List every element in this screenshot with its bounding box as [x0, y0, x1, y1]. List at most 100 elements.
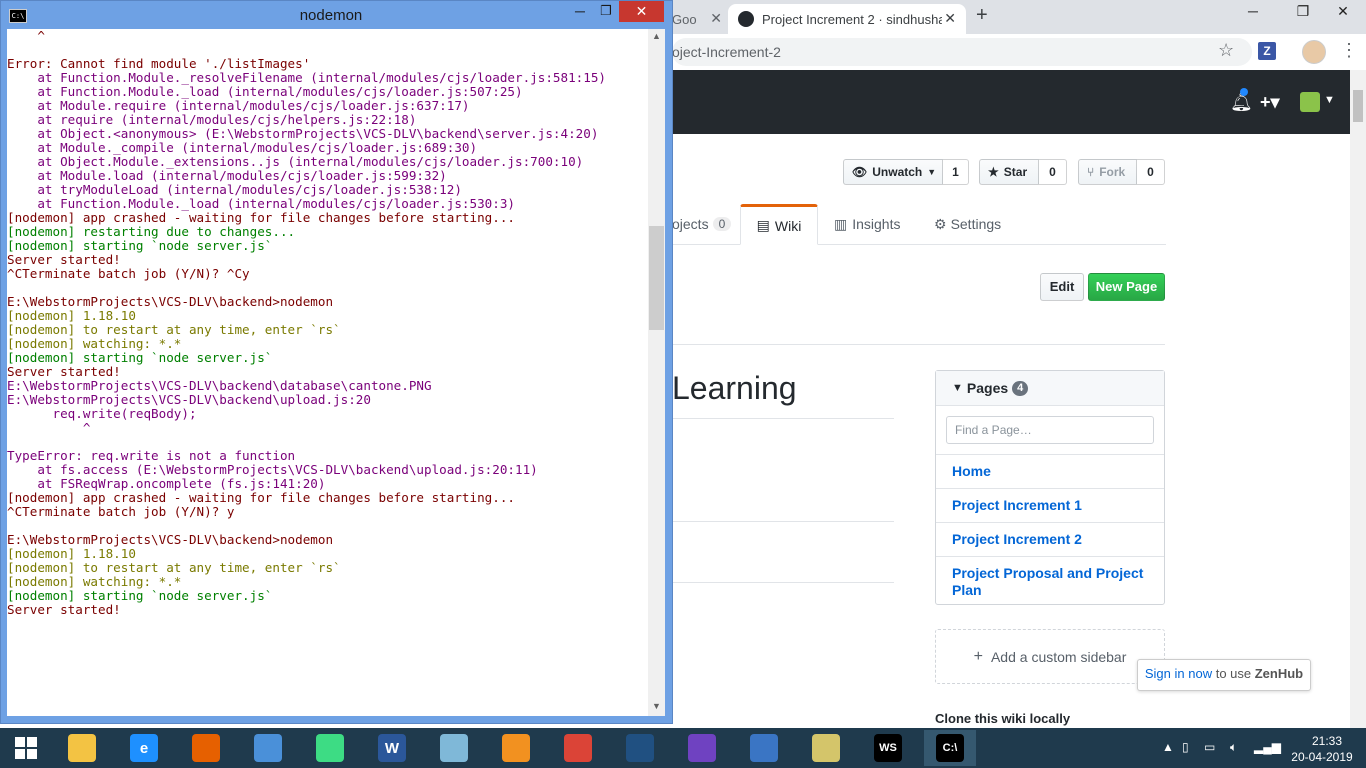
network-tool-taskbar-button[interactable] — [738, 730, 790, 766]
terminal-line: E:\WebstormProjects\VCS-DLV\backend\data… — [7, 378, 432, 393]
fork-icon: ⑂ — [1087, 165, 1095, 179]
zenhub-signin-link[interactable]: Sign in now — [1145, 666, 1212, 681]
file-explorer-taskbar-button[interactable] — [56, 730, 108, 766]
pages-count-badge: 4 — [1012, 380, 1029, 396]
tab-wiki[interactable]: ▤ Wiki — [740, 204, 818, 245]
zenhub-extension-icon[interactable]: Z — [1258, 42, 1276, 60]
android-studio-taskbar-button[interactable] — [304, 730, 356, 766]
close-tab-icon[interactable]: ✕ — [710, 10, 722, 27]
chrome-icon — [564, 734, 592, 762]
notepad-icon — [440, 734, 468, 762]
address-bar[interactable]: oject-Increment-2 — [672, 38, 1252, 66]
command-prompt-taskbar-button[interactable]: C:\ — [924, 730, 976, 766]
page-link-increment-2[interactable]: Project Increment 2 — [936, 522, 1164, 556]
chevron-down-icon[interactable]: ▼ — [1324, 94, 1335, 106]
network-signal-icon[interactable]: ▂▄▆ — [1254, 740, 1281, 754]
sourcetree-taskbar-button[interactable] — [614, 730, 666, 766]
close-icon[interactable]: ✕ — [619, 1, 664, 22]
scroll-up-icon[interactable]: ▲ — [652, 31, 661, 41]
notepad-taskbar-button[interactable] — [428, 730, 480, 766]
unwatch-button[interactable]: 👁︎ Unwatch ▼ — [843, 159, 943, 185]
new-page-button[interactable]: New Page — [1088, 273, 1165, 301]
tab-insights[interactable]: ▥ Insights — [834, 204, 900, 244]
windows-logo-icon — [15, 737, 37, 759]
scroll-down-icon[interactable]: ▼ — [652, 701, 661, 711]
page-link-proposal[interactable]: Project Proposal and Project Plan — [936, 556, 1164, 607]
close-window-icon[interactable]: ✕ — [1320, 0, 1366, 24]
user-avatar[interactable] — [1300, 92, 1320, 112]
scrollbar-thumb[interactable] — [1353, 90, 1363, 122]
zenhub-tip-text: to use — [1212, 666, 1255, 681]
bookmark-star-icon[interactable]: ☆ — [1218, 40, 1234, 61]
add-custom-sidebar-button[interactable]: + Add a custom sidebar — [935, 629, 1165, 684]
github-desktop-taskbar-button[interactable] — [676, 730, 728, 766]
terminal-line: at Function.Module._resolveFilename (int… — [7, 70, 606, 85]
terminal-line: [nodemon] restarting due to changes... — [7, 224, 296, 239]
page-scrollbar[interactable] — [1350, 70, 1366, 728]
terminal-line: Server started! — [7, 252, 121, 267]
browser-tab-google[interactable]: Goo ✕ — [672, 4, 728, 34]
find-page-input[interactable]: Find a Page… — [946, 416, 1154, 444]
browser-menu-icon[interactable]: ⋮ — [1340, 40, 1358, 61]
fork-count[interactable]: 0 — [1137, 159, 1165, 185]
clock-time[interactable]: 21:33 — [1302, 734, 1352, 748]
minimize-icon[interactable]: ─ — [1230, 0, 1276, 24]
terminal-line: at require (internal/modules/cjs/helpers… — [7, 112, 417, 127]
clock-date[interactable]: 20-04-2019 — [1290, 750, 1354, 764]
edit-button[interactable]: Edit — [1040, 273, 1084, 301]
terminal-line: at Module.load (internal/modules/cjs/loa… — [7, 168, 447, 183]
terminal-line: ^ — [7, 29, 45, 43]
window-titlebar[interactable]: C:\ nodemon ─ ❐ ✕ — [1, 1, 672, 29]
star-label: Star — [1003, 165, 1028, 179]
create-new-icon[interactable]: +▾ — [1260, 92, 1280, 113]
webstorm-taskbar-button[interactable]: WS — [862, 730, 914, 766]
maximize-icon[interactable]: ❐ — [593, 3, 619, 25]
sourcetree-icon — [626, 734, 654, 762]
browser-tab-project-increment[interactable]: Project Increment 2 · sindhusha-t ✕ — [728, 4, 966, 34]
book-icon: ▤ — [756, 217, 770, 233]
terminal-line: [nodemon] to restart at any time, enter … — [7, 322, 341, 337]
start-button[interactable] — [0, 730, 52, 766]
app-circle-taskbar-button[interactable] — [242, 730, 294, 766]
gear-icon: ⚙ — [934, 215, 947, 232]
terminal-line: at Function.Module._load (internal/modul… — [7, 196, 515, 211]
chrome-taskbar-button[interactable] — [552, 730, 604, 766]
tab-settings[interactable]: ⚙ Settings — [934, 204, 1001, 244]
page-link-increment-1[interactable]: Project Increment 1 — [936, 488, 1164, 522]
word-taskbar-button[interactable]: W — [366, 730, 418, 766]
internet-explorer-icon: e — [130, 734, 158, 762]
unread-indicator — [1240, 88, 1248, 96]
new-tab-button[interactable]: + — [976, 4, 988, 27]
star-count[interactable]: 0 — [1039, 159, 1067, 185]
plus-icon: + — [973, 647, 983, 665]
tab-projects[interactable]: ojects 0 — [672, 204, 732, 244]
watch-count[interactable]: 1 — [943, 159, 969, 185]
fork-button[interactable]: ⑂ Fork — [1078, 159, 1137, 185]
close-tab-icon[interactable]: ✕ — [944, 10, 956, 27]
firefox-taskbar-button[interactable] — [180, 730, 232, 766]
terminal-line: at Object.<anonymous> (E:\WebstormProjec… — [7, 126, 599, 141]
terminal-line: req.write(reqBody); — [7, 406, 197, 421]
windows-taskbar: e W WS C:\ ▲ ▯ ▭ 🔈︎ ▂▄▆ 21:33 20-04-2019 — [0, 728, 1366, 768]
terminal-line: [nodemon] 1.18.10 — [7, 308, 136, 323]
page-link-home[interactable]: Home — [936, 454, 1164, 488]
caret-down-icon: ▼ — [952, 382, 963, 394]
window-title: nodemon — [299, 7, 363, 24]
terminal-scrollbar[interactable]: ▲ ▼ — [648, 29, 665, 716]
show-hidden-icons-icon[interactable]: ▲ — [1162, 740, 1174, 754]
star-button[interactable]: ★ Star — [979, 159, 1039, 185]
pages-header[interactable]: ▼ Pages 4 — [936, 371, 1164, 406]
device-icon[interactable]: ▯ — [1182, 740, 1189, 754]
profile-avatar[interactable] — [1302, 40, 1326, 64]
settings-app-taskbar-button[interactable] — [490, 730, 542, 766]
battery-icon[interactable]: ▭ — [1204, 740, 1215, 754]
terminal-output[interactable]: ^ Error: Cannot find module './listImages… — [7, 29, 648, 716]
terminal-line: Error: Cannot find module './listImages' — [7, 56, 311, 71]
terminal-line: at Function.Module._load (internal/modul… — [7, 84, 523, 99]
volume-icon[interactable]: 🔈︎ — [1230, 740, 1237, 755]
scrollbar-thumb[interactable] — [649, 226, 664, 330]
minimize-icon[interactable]: ─ — [567, 3, 593, 25]
folder-app-taskbar-button[interactable] — [800, 730, 852, 766]
internet-explorer-taskbar-button[interactable]: e — [118, 730, 170, 766]
terminal-line: at FSReqWrap.oncomplete (fs.js:141:20) — [7, 476, 326, 491]
